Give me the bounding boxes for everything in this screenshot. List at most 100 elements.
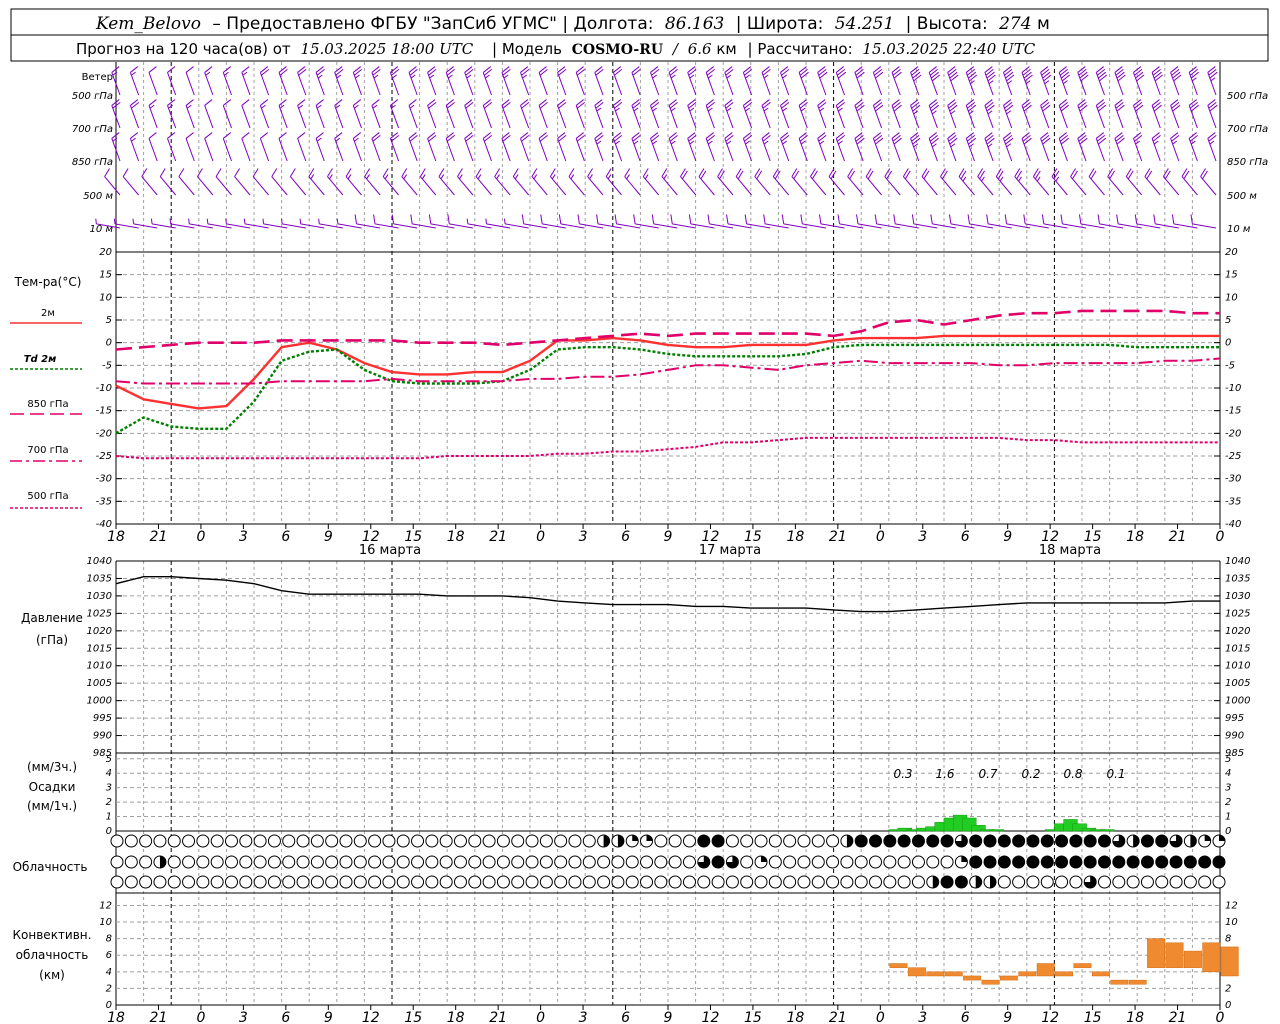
barb-flag [687, 66, 696, 73]
cloud-fill [1041, 856, 1054, 868]
x-tick-label: 21 [150, 1010, 168, 1024]
barb-half [1153, 140, 1159, 145]
cloud-cover-symbol [253, 875, 267, 889]
wind-barb [129, 99, 140, 129]
x-tick-label: 18 [107, 529, 125, 545]
cloud-cover-symbol [310, 875, 324, 889]
barb-shaft [222, 105, 232, 129]
barb-flag [502, 101, 511, 109]
wind-barb [575, 66, 585, 96]
y-tick-label-left: 1000 [87, 696, 112, 707]
cloud-cover-symbol [1098, 875, 1112, 889]
wind-barb [327, 168, 344, 196]
cloud-circle [511, 875, 525, 889]
barb-flag [669, 134, 678, 142]
cloud-fill [159, 856, 166, 868]
cloud-cover-symbol [883, 875, 897, 889]
cloud-circle [482, 855, 496, 869]
barb-shaft [129, 138, 140, 162]
wind-level-label-right: 10 м [1227, 224, 1251, 235]
cloud-cover-symbol [640, 855, 654, 869]
wind-barb [947, 132, 958, 162]
provider-text: – Предоставлено ФГБУ "ЗапСиб УГМС" | Дол… [212, 14, 653, 34]
barb-flag [1133, 132, 1142, 139]
cloud-circle [582, 855, 596, 869]
wind-barb [1207, 99, 1218, 129]
cloud-fill [898, 835, 911, 847]
barb-shaft [297, 72, 307, 96]
cloud-cover-symbol [597, 834, 611, 848]
cloud-cover-symbol [854, 875, 868, 889]
cloud-circle [267, 855, 281, 869]
cloud-circle [153, 834, 167, 848]
cloud-cover-symbol [983, 834, 997, 848]
barb-flag [278, 132, 287, 139]
barb-flag [947, 99, 956, 106]
cloud-circle [654, 834, 668, 848]
cloud-cover-symbol [1026, 855, 1040, 869]
wind-barb [1200, 168, 1217, 196]
cloud-circle [453, 855, 467, 869]
wind-barb [744, 214, 771, 229]
cloud-circle [282, 855, 296, 869]
cloud-circle [640, 855, 654, 869]
y-tick-label-left: 2 [106, 983, 112, 994]
cloud-cover-symbol [182, 855, 196, 869]
barb-flag [549, 168, 556, 177]
x-tick-label: 6 [281, 529, 290, 545]
barb-flag [799, 101, 808, 109]
barb-shaft [419, 176, 437, 196]
barb-shaft [780, 138, 790, 162]
barb-flag [1006, 74, 1015, 82]
barb-flag [928, 66, 937, 73]
barb-shaft [408, 72, 418, 96]
barb-flag [613, 132, 622, 139]
x-tick-label: 6 [621, 529, 630, 545]
wind-barb [798, 132, 808, 162]
cloud-fill [712, 856, 725, 868]
wind-barb [371, 66, 381, 96]
y-tick-label-left: 1030 [87, 591, 112, 602]
barb-flag [1171, 134, 1180, 142]
barb-flag [1005, 71, 1014, 79]
conv-bar [1128, 979, 1147, 985]
barb-half [262, 218, 265, 224]
barb-flag [744, 214, 748, 224]
wind-barb [169, 218, 195, 229]
wind-barb [651, 214, 678, 229]
cloud-cover-symbol [783, 855, 797, 869]
barb-flag [234, 168, 240, 177]
wind-barb [1133, 132, 1143, 162]
barb-flag [371, 66, 380, 73]
cloud-circle [325, 834, 339, 848]
cloud-cover-symbol [1069, 855, 1083, 869]
convective-panel: Конвективн. облачность (км) 121210108866… [13, 900, 1239, 1011]
barb-shaft [352, 105, 362, 129]
conv-bar [926, 971, 945, 977]
cloud-circle [568, 855, 582, 869]
barb-half [1044, 80, 1050, 85]
cloud-cover-symbol [611, 875, 625, 889]
barb-flag [371, 132, 380, 139]
cloud-circle [267, 834, 281, 848]
barb-flag [1114, 132, 1123, 139]
cloud-circle [439, 875, 453, 889]
barb-flag [837, 134, 846, 142]
barb-flag [1188, 66, 1197, 73]
barb-shaft [568, 176, 585, 196]
cloud-circle [382, 875, 396, 889]
barb-flag [1134, 134, 1143, 142]
barb-half [299, 218, 302, 224]
wind-barb [188, 218, 213, 229]
precip-bars [888, 814, 1115, 832]
barb-flag [651, 68, 660, 76]
barb-half [763, 74, 769, 79]
wind-barb [965, 132, 977, 162]
barb-flag [650, 66, 659, 73]
barb-flag [1188, 132, 1197, 139]
cloud-cover-symbol [582, 875, 596, 889]
barb-flag [260, 132, 269, 139]
barb-flag [197, 168, 203, 177]
cloud-cover-symbol [768, 855, 782, 869]
barb-half [392, 74, 397, 79]
